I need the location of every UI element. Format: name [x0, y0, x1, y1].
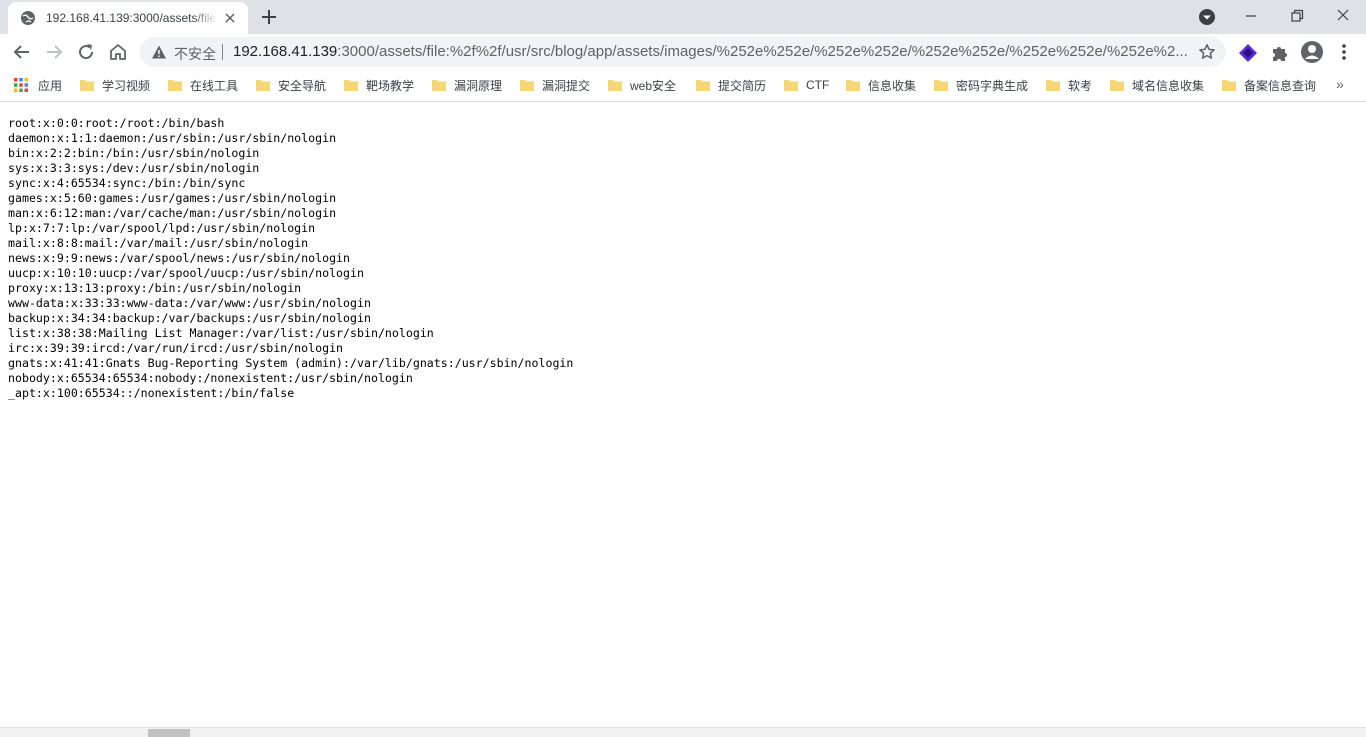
bookmark-folder[interactable]: 密码字典生成 [934, 76, 1028, 94]
address-bar[interactable]: 不安全 192.168.41.139:3000/assets/file:%2f%… [140, 37, 1226, 67]
bookmark-folder[interactable]: 在线工具 [168, 76, 238, 94]
url-text[interactable]: 192.168.41.139:3000/assets/file:%2f%2f/u… [233, 43, 1188, 60]
bookmarks-bar: 应用 学习视频 在线工具 安全导航 靶场教学 漏洞原理 漏洞提交 web安全 提… [0, 70, 1366, 102]
passwd-line: www-data:x:33:33:www-data:/var/www:/usr/… [8, 296, 371, 310]
folder-icon [344, 80, 358, 91]
bookmark-label: 域名信息收集 [1132, 78, 1205, 93]
close-window-icon[interactable] [1331, 5, 1355, 27]
bookmark-label: 漏洞提交 [542, 78, 591, 93]
passwd-line: sync:x:4:65534:sync:/bin:/bin/sync [8, 176, 246, 190]
bookmark-folder[interactable]: 靶场教学 [344, 76, 414, 94]
bookmark-folder[interactable]: 软考 [1046, 76, 1092, 94]
bookmark-folder[interactable]: 学习视频 [80, 76, 150, 94]
bookmarks-overflow-button[interactable]: » [1336, 76, 1344, 92]
bookmark-folder[interactable]: 安全导航 [256, 76, 326, 94]
apps-grid-icon [14, 78, 28, 92]
bookmark-label: 漏洞原理 [454, 78, 503, 93]
bookmark-label: 应用 [38, 78, 63, 93]
passwd-line: bin:x:2:2:bin:/bin:/usr/sbin/nologin [8, 146, 260, 160]
globe-icon [21, 11, 35, 25]
tab-strip: 192.168.41.139:3000/assets/file:%2f%2f/u… [0, 0, 1366, 34]
bookmark-label: web安全 [630, 78, 677, 93]
omnibox-divider [222, 44, 223, 60]
arrow-right-icon[interactable] [44, 42, 64, 62]
bookmark-label: 安全导航 [278, 78, 327, 93]
passwd-line: backup:x:34:34:backup:/var/backups:/usr/… [8, 311, 371, 325]
folder-icon [168, 80, 182, 91]
folder-icon [608, 80, 622, 91]
passwd-line: daemon:x:1:1:daemon:/usr/sbin:/usr/sbin/… [8, 131, 337, 145]
bookmark-label: 学习视频 [102, 78, 151, 93]
bookmark-folder[interactable]: 漏洞原理 [432, 76, 502, 94]
star-icon[interactable] [1198, 43, 1216, 61]
passwd-line: uucp:x:10:10:uucp:/var/spool/uucp:/usr/s… [8, 266, 364, 280]
passwd-line: lp:x:7:7:lp:/var/spool/lpd:/usr/sbin/nol… [8, 221, 316, 235]
browser-toolbar: 不安全 192.168.41.139:3000/assets/file:%2f%… [0, 34, 1366, 70]
folder-icon [1110, 80, 1124, 91]
folder-icon [784, 80, 798, 91]
bookmark-folder[interactable]: 域名信息收集 [1110, 76, 1204, 94]
folder-icon [520, 80, 534, 91]
bookmark-label: 备案信息查询 [1244, 78, 1317, 93]
url-path: :3000/assets/file:%2f%2f/usr/src/blog/ap… [337, 43, 1188, 60]
extension-logo-icon[interactable] [1238, 43, 1258, 63]
bookmark-label: 密码字典生成 [956, 78, 1029, 93]
bookmark-label: 软考 [1068, 78, 1093, 93]
active-tab[interactable]: 192.168.41.139:3000/assets/file:%2f%2f/u… [8, 2, 248, 34]
security-label[interactable]: 不安全 [174, 44, 216, 64]
folder-icon [1222, 80, 1236, 91]
passwd-line: proxy:x:13:13:proxy:/bin:/usr/sbin/nolog… [8, 281, 302, 295]
passwd-line: man:x:6:12:man:/var/cache/man:/usr/sbin/… [8, 206, 337, 220]
plus-icon[interactable] [260, 8, 278, 26]
plain-text-content: root:x:0:0:root:/root:/bin/bash daemon:x… [8, 116, 1348, 401]
folder-icon [846, 80, 860, 91]
folder-icon [80, 80, 94, 91]
passwd-line: mail:x:8:8:mail:/var/mail:/usr/sbin/nolo… [8, 236, 309, 250]
passwd-line: _apt:x:100:65534::/nonexistent:/bin/fals… [8, 386, 295, 400]
bookmark-label: 在线工具 [190, 78, 239, 93]
bookmark-folder[interactable]: CTF [784, 76, 829, 94]
bookmark-label: CTF [806, 78, 830, 92]
kebab-menu-icon[interactable] [1335, 43, 1353, 61]
passwd-line: irc:x:39:39:ircd:/var/run/ircd:/usr/sbin… [8, 341, 344, 355]
tab-title: 192.168.41.139:3000/assets/file:%2f%2f/u… [46, 11, 218, 25]
folder-icon [256, 80, 270, 91]
avatar-icon[interactable] [1300, 40, 1324, 64]
bookmark-apps[interactable]: 应用 [14, 76, 62, 94]
bookmark-folder[interactable]: 信息收集 [846, 76, 916, 94]
passwd-line: news:x:9:9:news:/var/spool/news:/usr/sbi… [8, 251, 351, 265]
bookmark-folder[interactable]: 提交简历 [696, 76, 766, 94]
passwd-line: sys:x:3:3:sys:/dev:/usr/sbin/nologin [8, 161, 260, 175]
reload-icon[interactable] [76, 42, 96, 62]
bookmark-folder[interactable]: 备案信息查询 [1222, 76, 1316, 94]
passwd-line: nobody:x:65534:65534:nobody:/nonexistent… [8, 371, 413, 385]
url-host: 192.168.41.139 [233, 43, 338, 60]
bookmark-label: 靶场教学 [366, 78, 415, 93]
passwd-line: gnats:x:41:41:Gnats Bug-Reporting System… [8, 356, 574, 370]
bookmark-folder[interactable]: 漏洞提交 [520, 76, 590, 94]
folder-icon [432, 80, 446, 91]
folder-icon [1046, 80, 1060, 91]
close-icon[interactable] [222, 10, 238, 26]
bookmark-label: 信息收集 [868, 78, 917, 93]
restore-icon[interactable] [1285, 5, 1309, 27]
passwd-line: games:x:5:60:games:/usr/games:/usr/sbin/… [8, 191, 337, 205]
puzzle-icon[interactable] [1270, 43, 1290, 63]
minimize-icon[interactable] [1239, 5, 1263, 27]
bookmark-label: 提交简历 [718, 78, 767, 93]
folder-icon [934, 80, 948, 91]
passwd-line: root:x:0:0:root:/root:/bin/bash [8, 116, 225, 130]
chevron-down-circle-icon[interactable] [1198, 8, 1216, 26]
arrow-left-icon[interactable] [12, 42, 32, 62]
folder-icon [696, 80, 710, 91]
warning-triangle-icon[interactable] [151, 44, 167, 60]
home-icon[interactable] [108, 42, 128, 62]
passwd-line: list:x:38:38:Mailing List Manager:/var/l… [8, 326, 434, 340]
bookmark-folder[interactable]: web安全 [608, 76, 676, 94]
